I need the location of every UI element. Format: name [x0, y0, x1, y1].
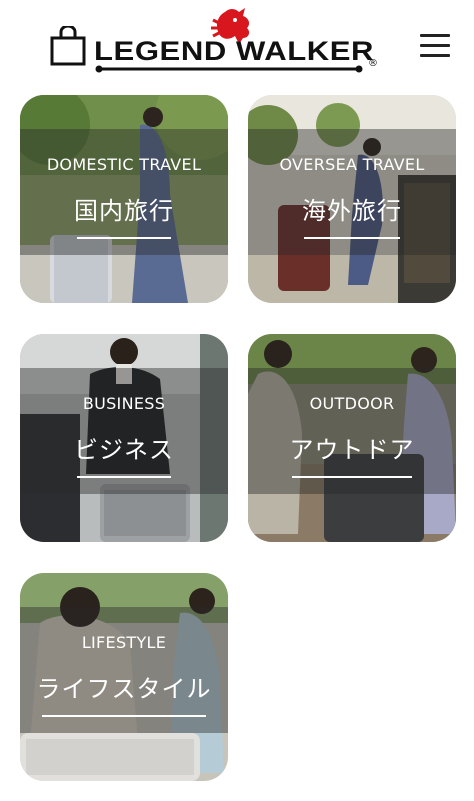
- hamburger-menu-icon[interactable]: [420, 30, 452, 60]
- category-grid: DOMESTIC TRAVEL 国内旅行 OVERSEA TRAVEL 海外旅行: [0, 90, 474, 801]
- category-tile-business[interactable]: BUSINESS ビジネス: [20, 334, 228, 542]
- category-label-en: OVERSEA TRAVEL: [279, 155, 425, 174]
- category-label-jp: 海外旅行: [302, 197, 402, 225]
- category-label-en: LIFESTYLE: [81, 633, 167, 652]
- category-tile-domestic-travel[interactable]: DOMESTIC TRAVEL 国内旅行: [20, 95, 228, 303]
- category-label-jp: 国内旅行: [74, 197, 174, 225]
- registered-mark: ®: [368, 58, 378, 69]
- brand-logo[interactable]: LEGEND WALKER ®: [50, 6, 382, 74]
- category-tile-outdoor[interactable]: OUTDOOR アウトドア: [248, 334, 456, 542]
- brand-name: LEGEND WALKER: [94, 36, 375, 66]
- category-label-jp: アウトドア: [289, 436, 415, 464]
- category-label-en: OUTDOOR: [309, 394, 395, 413]
- category-label-en: DOMESTIC TRAVEL: [46, 155, 202, 174]
- label-underline: [42, 715, 206, 717]
- logo-underline: [95, 65, 363, 73]
- label-underline: [292, 476, 412, 478]
- category-tile-lifestyle[interactable]: LIFESTYLE ライフスタイル: [20, 573, 228, 781]
- label-underline: [304, 237, 400, 239]
- category-tile-oversea-travel[interactable]: OVERSEA TRAVEL 海外旅行: [248, 95, 456, 303]
- category-label-jp: ビジネス: [74, 436, 174, 464]
- shopping-bag-icon: [50, 26, 86, 66]
- site-header: LEGEND WALKER ®: [0, 0, 474, 90]
- category-label-en: BUSINESS: [82, 394, 166, 413]
- category-label-jp: ライフスタイル: [36, 675, 212, 703]
- label-underline: [77, 476, 171, 478]
- label-underline: [77, 237, 171, 239]
